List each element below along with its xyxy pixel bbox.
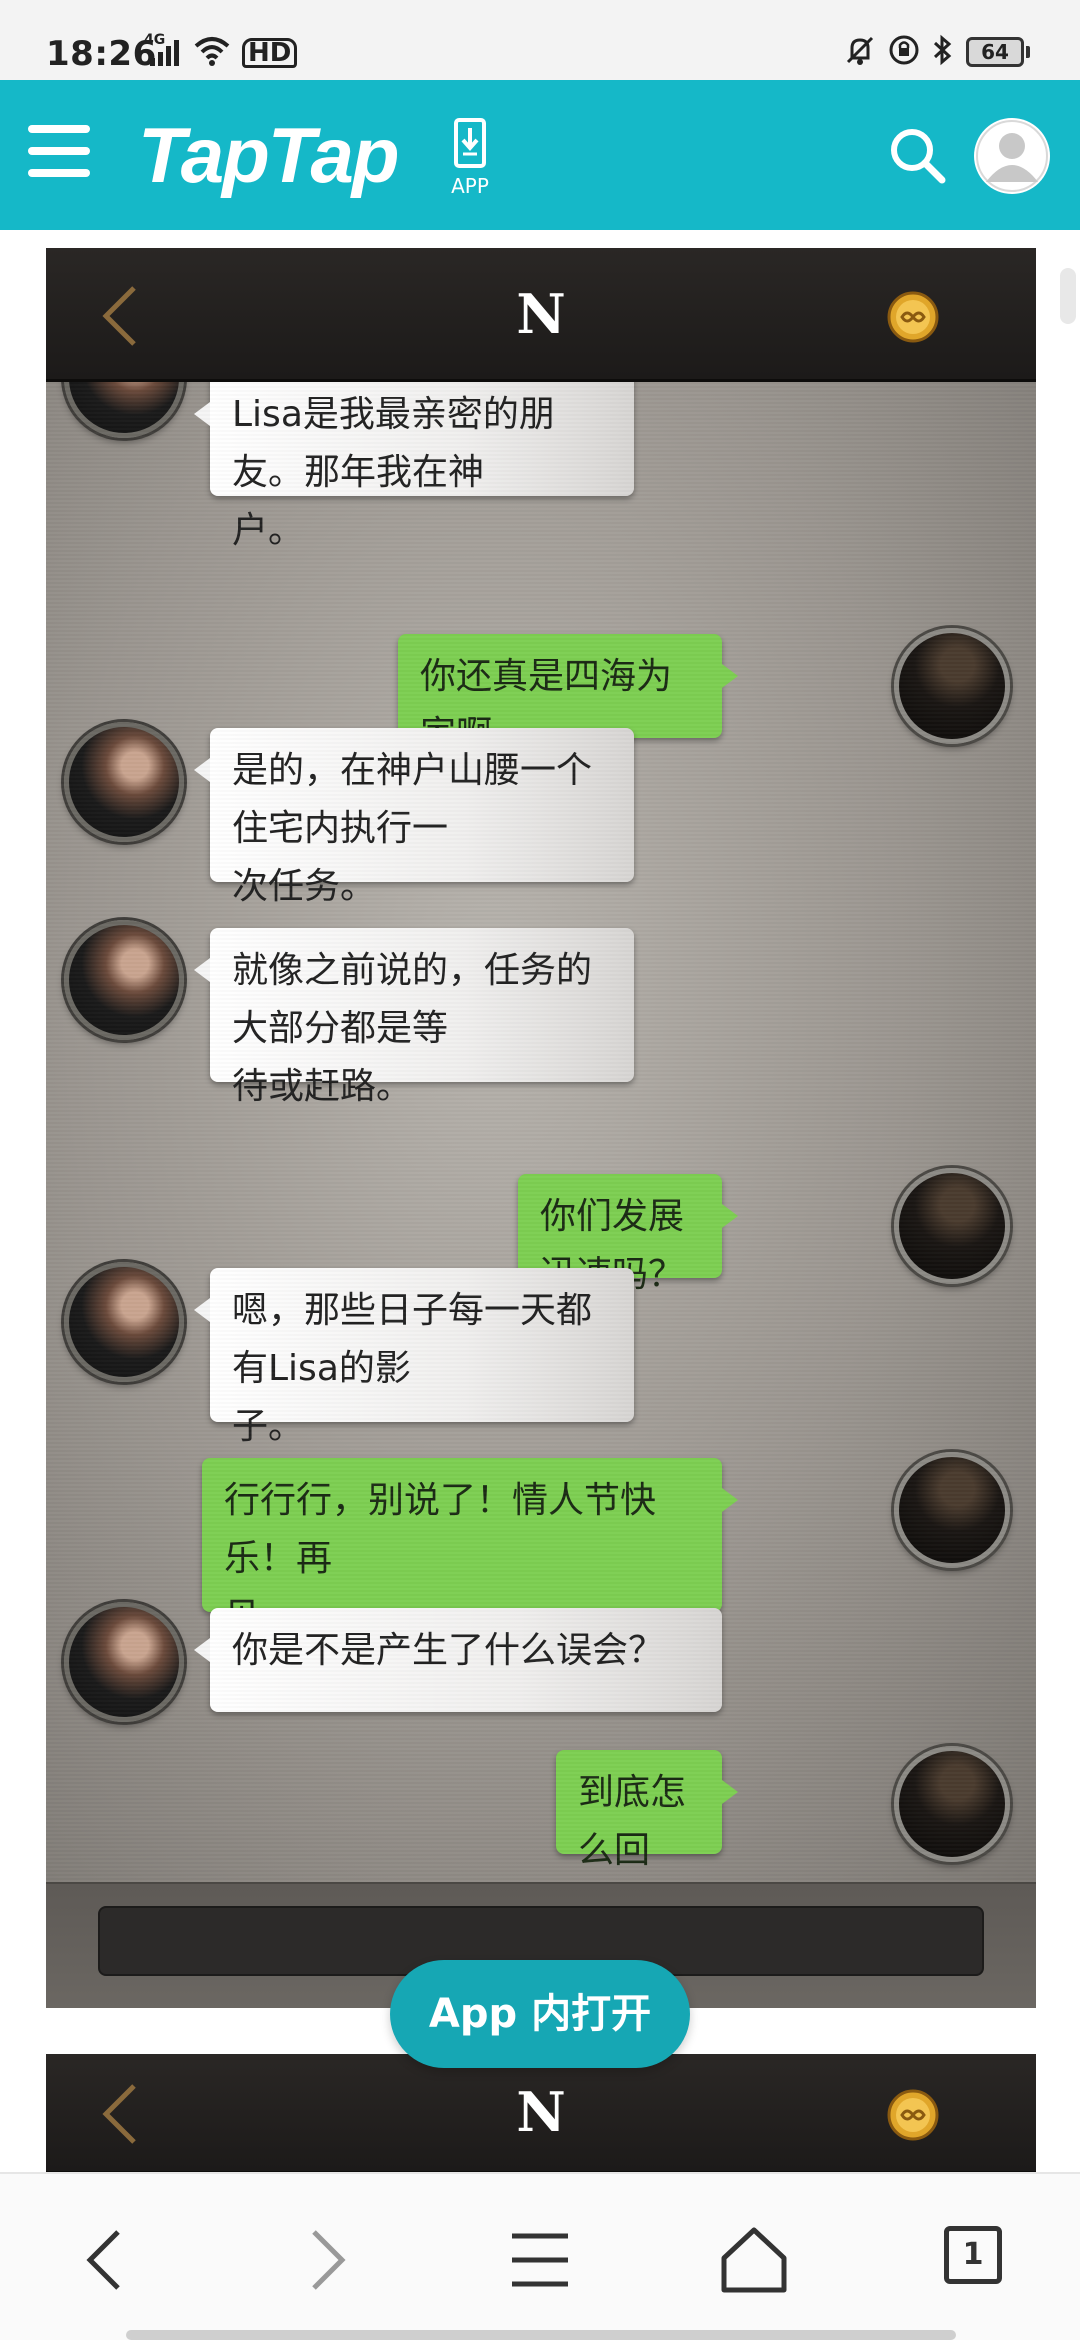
status-time: 18:26 [46,34,157,74]
app-download-label: APP [451,174,489,198]
incoming-message: 你是不是产生了什么误会？ [194,1608,722,1712]
app-download-button[interactable]: APP [444,118,496,206]
contact-avatar [64,1602,184,1722]
rotation-lock-icon [888,34,920,70]
forward-arrow-icon[interactable] [286,2220,366,2300]
player-avatar [894,1746,1010,1862]
message-line: 你是不是产生了什么误会？ [232,1630,665,1671]
game-top-bar: N [46,248,1036,382]
gesture-bar[interactable] [126,2330,956,2340]
incoming-message: 是的，在神户山腰一个住宅内执行一 次任务。 [194,728,634,907]
back-arrow-icon[interactable] [66,2220,146,2300]
battery-tip [1026,46,1030,58]
message-line: 嗯，那些日子每一天都有Lisa的影 [232,1290,593,1389]
contact-avatar [64,722,184,842]
message-line: Lisa是我最亲密的朋友。那年我在神 [232,394,555,493]
message-line: 子。 [232,1406,305,1447]
outgoing-message: 行行行，别说了！情人节快乐！再 见。 [202,1458,738,1637]
open-in-app-button[interactable]: App 内打开 [390,1960,690,2068]
message-line: 待或赶路。 [232,1066,413,1107]
user-avatar-icon[interactable] [974,118,1050,194]
gold-coin-icon[interactable] [886,290,940,344]
network-type-label: 4G [144,32,166,48]
battery-icon: 64 [966,37,1024,67]
chat-area[interactable]: Lisa是我最亲密的朋友。那年我在神 户。 你还真是四海为家啊…… 是的，在神户… [46,318,1036,1929]
scrollbar[interactable] [1060,268,1076,324]
hd-voice-icon: HD [242,38,298,68]
player-avatar [894,1168,1010,1284]
status-right-icons: 64 [844,34,1030,70]
tabs-count-button[interactable]: 1 [944,2226,1002,2284]
game-screenshot-panel-2: N [46,2054,1036,2174]
message-line: 见。 [224,1596,297,1637]
message-line: 次任务。 [232,866,377,907]
player-avatar [894,628,1010,744]
contact-avatar [64,1262,184,1382]
message-line: 是的，在神户山腰一个住宅内执行一 [232,750,593,849]
incoming-message: Lisa是我最亲密的朋友。那年我在神 户。 [194,372,634,551]
message-line: 户。 [232,510,305,551]
app-header: TapTap APP [0,80,1080,230]
search-icon[interactable] [886,124,950,188]
wifi-icon [194,36,230,70]
message-line: 就像之前说的，任务的大部分都是等 [232,950,593,1049]
home-icon[interactable] [714,2220,794,2300]
contact-avatar [64,920,184,1040]
game-top-bar: N [46,2054,1036,2174]
game-screenshot-panel: Lisa是我最亲密的朋友。那年我在神 户。 你还真是四海为家啊…… 是的，在神户… [46,248,1036,2008]
outgoing-message: 你们发展迅速吗？ [518,1174,738,1295]
message-line: 行行行，别说了！情人节快乐！再 [224,1480,657,1579]
incoming-message: 就像之前说的，任务的大部分都是等 待或赶路。 [194,928,634,1107]
player-avatar [894,1452,1010,1568]
outgoing-message: 你还真是四海为家啊…… [398,634,738,755]
phone-download-icon [454,118,486,168]
browser-navigation-bar: 1 [0,2172,1080,2340]
signal-icon: 4G [144,32,182,68]
incoming-message: 嗯，那些日子每一天都有Lisa的影 子。 [194,1268,634,1447]
gold-coin-icon[interactable] [886,2088,940,2142]
message-line: 你还真是四海为家啊…… [420,656,673,755]
outgoing-message: 到底怎么回事？ [556,1750,738,1929]
bluetooth-icon [932,34,954,70]
status-bar: 18:26 4G HD 64 [0,0,1080,80]
status-left-icons: 4G HD [144,32,298,70]
message-line: 你们发展迅速吗？ [540,1196,685,1295]
mute-bell-icon [844,34,876,70]
menu-lines-icon[interactable] [500,2220,580,2300]
menu-icon[interactable] [28,125,90,177]
taptap-logo[interactable]: TapTap [138,110,400,201]
